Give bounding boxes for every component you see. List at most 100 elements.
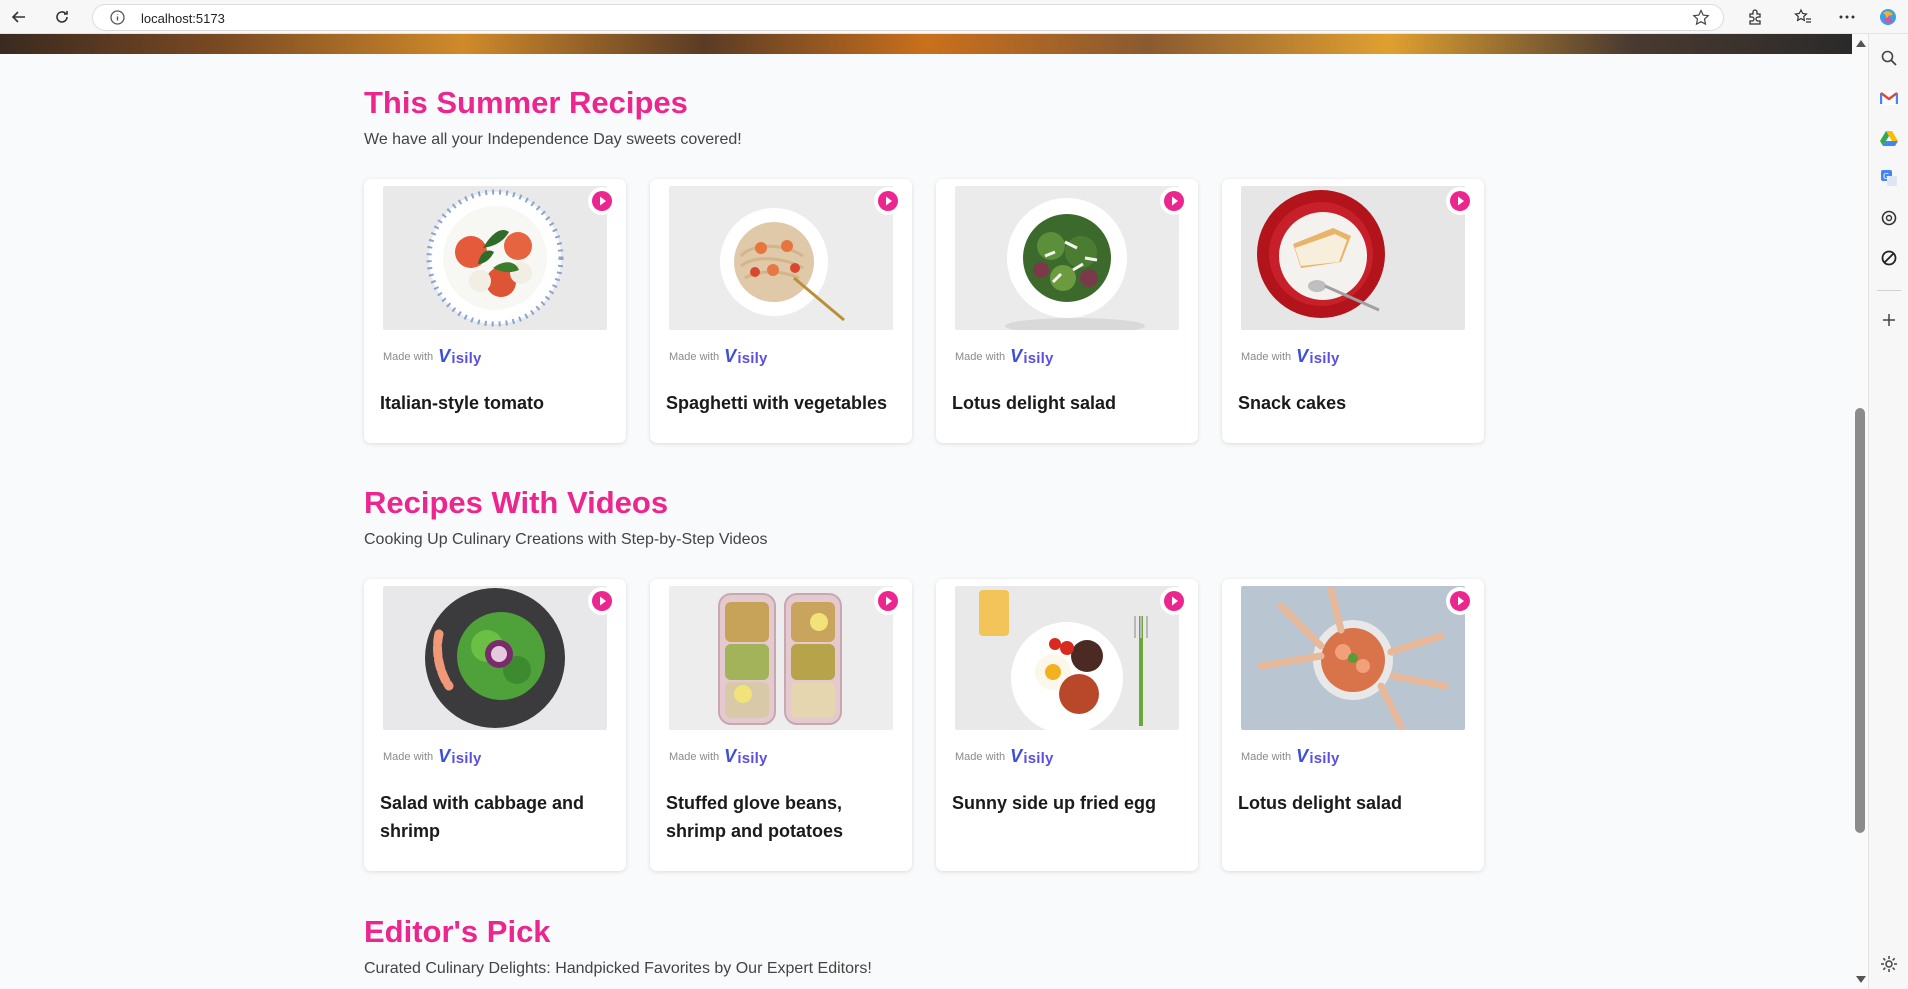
recipe-name[interactable]: Lotus delight salad: [1238, 789, 1470, 817]
recipe-image: [1241, 186, 1465, 330]
section-editors-pick: Editor's Pick Curated Culinary Delights:…: [364, 914, 1494, 978]
recipe-card[interactable]: Made with Visily Stuffed glove beans, sh…: [650, 579, 912, 871]
favorites-icon[interactable]: [1791, 5, 1815, 29]
address-bar[interactable]: localhost:5173: [92, 4, 1724, 31]
made-with-visily-badge[interactable]: Made with Visily: [1241, 346, 1340, 367]
made-with-visily-badge[interactable]: Made with Visily: [383, 746, 482, 767]
recipe-image: [669, 586, 893, 730]
play-icon: [878, 591, 898, 611]
section-recipes-with-videos: Recipes With Videos Cooking Up Culinary …: [364, 485, 1494, 549]
recipe-image: [955, 186, 1179, 330]
recipe-card[interactable]: Made with Visily Snack cakes: [1222, 179, 1484, 443]
visily-v-mark: V: [1296, 746, 1309, 766]
visily-logo: Visily: [1010, 346, 1054, 367]
made-with-label: Made with: [669, 750, 720, 763]
play-icon: [592, 591, 612, 611]
made-with-label: Made with: [383, 350, 434, 363]
play-video-button[interactable]: [588, 587, 616, 615]
play-video-button[interactable]: [1160, 587, 1188, 615]
recipe-card[interactable]: Made with Visily Spaghetti with vegetabl…: [650, 179, 912, 443]
made-with-visily-badge[interactable]: Made with Visily: [669, 746, 768, 767]
openai-icon[interactable]: [1879, 208, 1899, 228]
recipe-card[interactable]: Made with Visily Lotus delight salad: [936, 179, 1198, 443]
drive-icon[interactable]: [1879, 128, 1899, 148]
recipe-name[interactable]: Italian-style tomato: [380, 389, 612, 417]
scrollbar-thumb[interactable]: [1855, 408, 1865, 833]
visily-logo: Visily: [438, 746, 482, 767]
play-video-button[interactable]: [874, 187, 902, 215]
search-icon[interactable]: [1879, 48, 1899, 68]
visily-logo: Visily: [438, 346, 482, 367]
section-title: This Summer Recipes: [364, 85, 688, 120]
add-icon[interactable]: [1879, 310, 1899, 330]
made-with-label: Made with: [955, 750, 1006, 763]
made-with-label: Made with: [1241, 350, 1292, 363]
favorite-star-icon[interactable]: [1691, 8, 1711, 28]
recipe-image: [955, 586, 1179, 730]
recipe-name[interactable]: Sunny side up fried egg: [952, 789, 1184, 817]
browser-side-panel: G: [1868, 34, 1908, 989]
made-with-label: Made with: [1241, 750, 1292, 763]
play-icon: [1450, 591, 1470, 611]
play-video-button[interactable]: [1160, 187, 1188, 215]
section-title: Recipes With Videos: [364, 485, 669, 520]
play-icon: [1450, 191, 1470, 211]
settings-gear-icon[interactable]: [1879, 954, 1899, 974]
recipe-image: [669, 186, 893, 330]
made-with-visily-badge[interactable]: Made with Visily: [955, 746, 1054, 767]
recipe-name[interactable]: Stuffed glove beans, shrimp and potatoes: [666, 789, 898, 845]
visily-logo: Visily: [724, 746, 768, 767]
play-icon: [592, 191, 612, 211]
section-subtitle: Curated Culinary Delights: Handpicked Fa…: [364, 960, 872, 977]
back-icon[interactable]: [7, 5, 31, 29]
extensions-icon[interactable]: [1743, 5, 1767, 29]
site-info-icon[interactable]: [109, 9, 126, 26]
visily-v-mark: V: [724, 746, 737, 766]
side-panel-divider: [1877, 290, 1901, 291]
made-with-visily-badge[interactable]: Made with Visily: [669, 346, 768, 367]
visily-logo: Visily: [1010, 746, 1054, 767]
recipe-card[interactable]: Made with Visily Italian-style tomato: [364, 179, 626, 443]
visily-logo: Visily: [1296, 746, 1340, 767]
url-text: localhost:5173: [141, 11, 225, 26]
recipe-name[interactable]: Salad with cabbage and shrimp: [380, 789, 612, 845]
visily-logo: Visily: [1296, 346, 1340, 367]
recipe-image: [383, 586, 607, 730]
translate-icon[interactable]: G: [1879, 168, 1899, 188]
visily-v-mark: V: [1010, 746, 1023, 766]
browser-toolbar: localhost:5173: [0, 0, 1908, 34]
play-video-button[interactable]: [588, 187, 616, 215]
scroll-down-arrow-icon[interactable]: [1856, 976, 1866, 983]
page-scrollbar[interactable]: [1852, 34, 1868, 989]
visily-v-mark: V: [1296, 346, 1309, 366]
gmail-icon[interactable]: [1879, 88, 1899, 108]
recipe-image: [1241, 586, 1465, 730]
recipe-card[interactable]: Made with Visily Lotus delight salad: [1222, 579, 1484, 871]
recipe-name[interactable]: Snack cakes: [1238, 389, 1470, 417]
scroll-up-arrow-icon[interactable]: [1856, 40, 1866, 47]
recipe-card[interactable]: Made with Visily Sunny side up fried egg: [936, 579, 1198, 871]
made-with-visily-badge[interactable]: Made with Visily: [1241, 746, 1340, 767]
recipe-name[interactable]: Spaghetti with vegetables: [666, 389, 898, 417]
made-with-visily-badge[interactable]: Made with Visily: [383, 346, 482, 367]
section-summer-recipes: This Summer Recipes We have all your Ind…: [364, 85, 1494, 149]
extension-logo-icon[interactable]: [1879, 248, 1899, 268]
play-video-button[interactable]: [1446, 187, 1474, 215]
visily-logo: Visily: [724, 346, 768, 367]
recipe-card[interactable]: Made with Visily Salad with cabbage and …: [364, 579, 626, 871]
visily-v-mark: V: [438, 346, 451, 366]
visily-v-mark: V: [438, 746, 451, 766]
copilot-icon[interactable]: [1876, 5, 1900, 29]
play-icon: [878, 191, 898, 211]
made-with-label: Made with: [383, 750, 434, 763]
visily-v-mark: V: [724, 346, 737, 366]
made-with-visily-badge[interactable]: Made with Visily: [955, 346, 1054, 367]
play-video-button[interactable]: [1446, 587, 1474, 615]
reload-icon[interactable]: [50, 5, 74, 29]
svg-text:G: G: [1883, 172, 1889, 181]
section-subtitle: We have all your Independence Day sweets…: [364, 131, 742, 148]
more-menu-icon[interactable]: [1835, 5, 1859, 29]
play-video-button[interactable]: [874, 587, 902, 615]
recipe-name[interactable]: Lotus delight salad: [952, 389, 1184, 417]
section-title: Editor's Pick: [364, 914, 551, 949]
